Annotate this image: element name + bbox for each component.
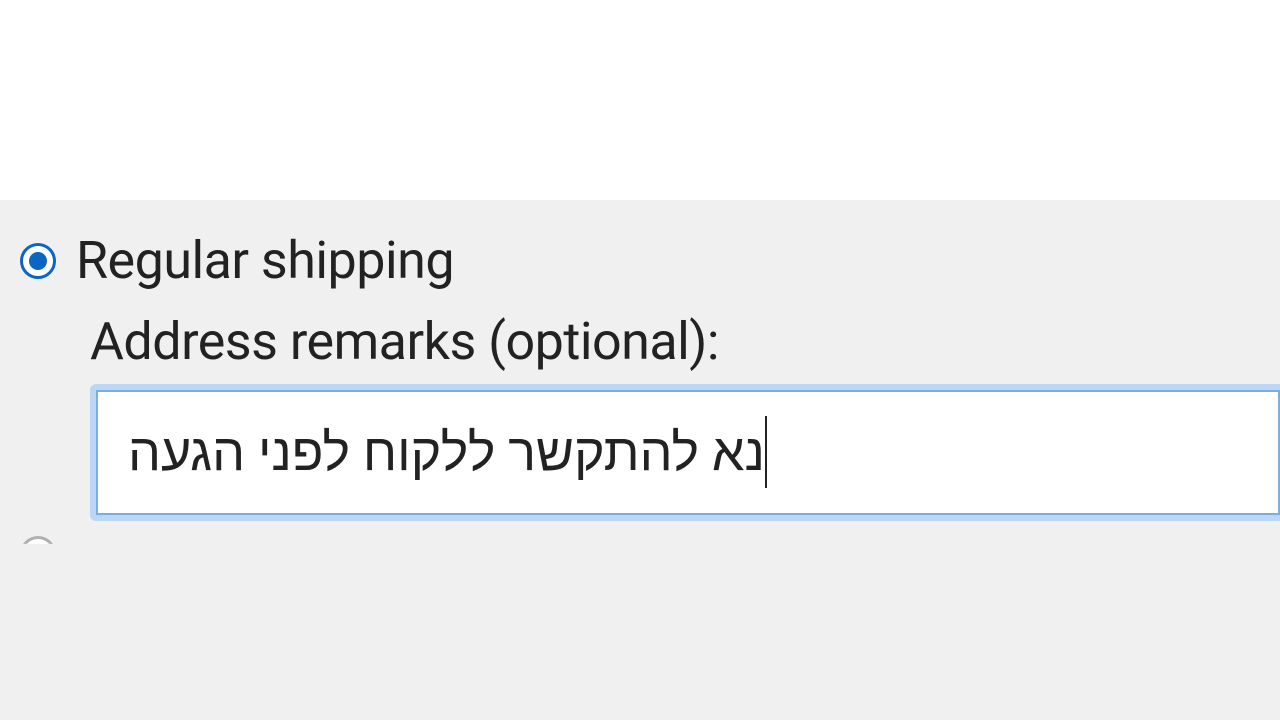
radio-dot-icon xyxy=(29,252,47,270)
address-remarks-label: Address remarks (optional): xyxy=(90,311,1280,372)
shipping-form-section: Regular shipping Address remarks (option… xyxy=(0,200,1280,720)
radio-unselected-icon[interactable] xyxy=(20,536,56,572)
radio-selected-icon[interactable] xyxy=(20,243,56,279)
text-caret-icon xyxy=(765,416,767,488)
shipping-option-row[interactable]: Regular shipping xyxy=(20,230,1280,291)
address-remarks-input-wrap xyxy=(96,390,1280,515)
shipping-option-label: Regular shipping xyxy=(76,230,454,291)
address-remarks-input[interactable] xyxy=(96,390,1280,515)
